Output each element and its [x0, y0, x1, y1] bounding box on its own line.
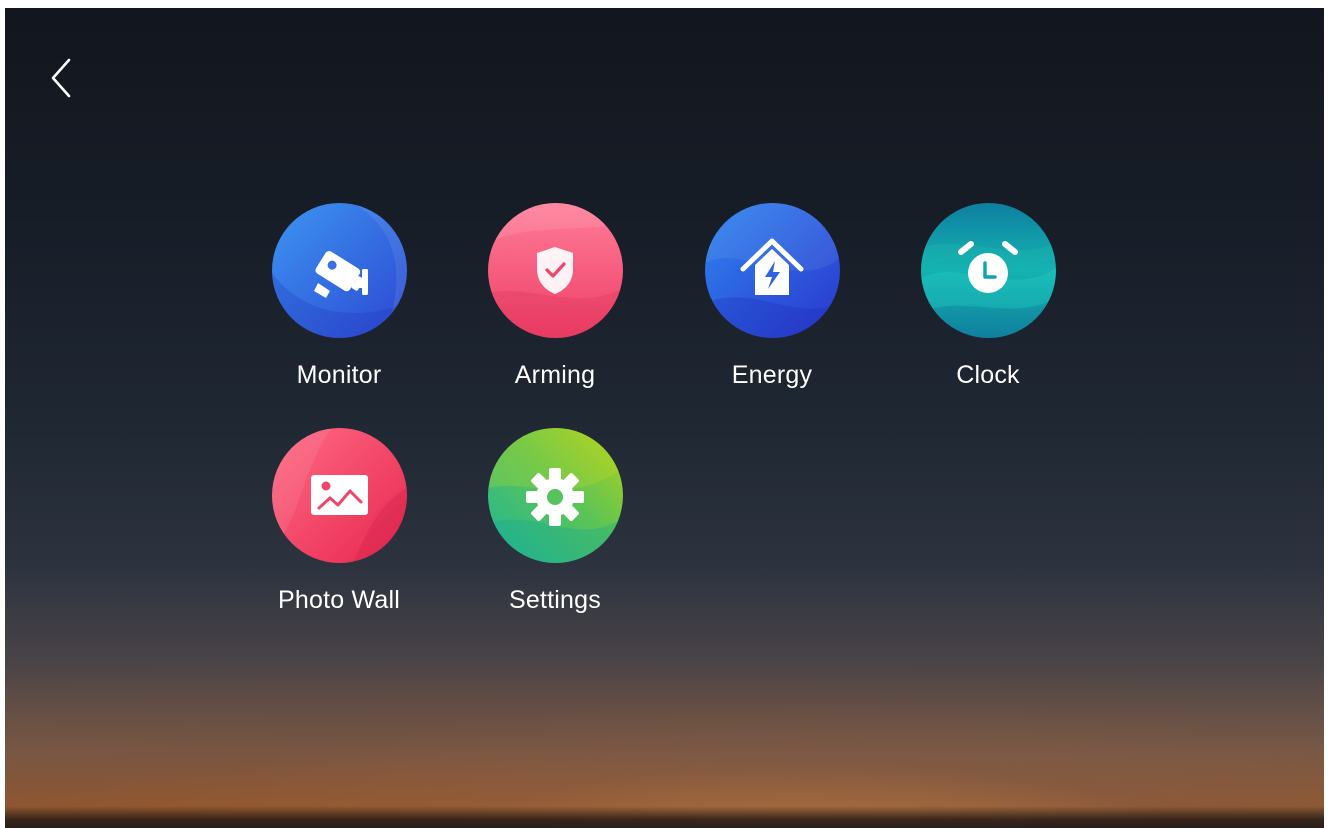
app-clock[interactable]: Clock — [888, 203, 1088, 413]
app-label: Monitor — [296, 361, 382, 389]
horizon-silhouette — [5, 806, 1324, 828]
photo-wall-app-icon[interactable] — [272, 428, 407, 563]
back-button[interactable] — [43, 54, 83, 102]
app-label: Arming — [514, 361, 596, 389]
arming-app-icon[interactable] — [488, 203, 623, 338]
clock-app-icon[interactable] — [921, 203, 1056, 338]
app-monitor[interactable]: Monitor — [239, 203, 439, 413]
chevron-left-icon — [51, 58, 71, 98]
app-energy[interactable]: Energy — [672, 203, 872, 413]
energy-app-icon[interactable] — [705, 203, 840, 338]
settings-app-icon[interactable] — [488, 428, 623, 563]
picture-icon — [272, 428, 407, 563]
monitor-app-icon[interactable] — [272, 203, 407, 338]
app-label: Energy — [731, 361, 813, 389]
home-screen: Monitor Arming Energy Clock Photo Wall S… — [5, 8, 1324, 828]
app-settings[interactable]: Settings — [455, 428, 655, 638]
house-lightning-icon — [705, 203, 840, 338]
app-label: Clock — [956, 361, 1020, 389]
app-label: Settings — [509, 586, 601, 614]
alarm-clock-icon — [921, 203, 1056, 338]
app-photo-wall[interactable]: Photo Wall — [239, 428, 439, 638]
shield-check-icon — [488, 203, 623, 338]
app-arming[interactable]: Arming — [455, 203, 655, 413]
gear-icon — [488, 428, 623, 563]
app-label: Photo Wall — [278, 586, 400, 614]
security-camera-icon — [272, 203, 407, 338]
